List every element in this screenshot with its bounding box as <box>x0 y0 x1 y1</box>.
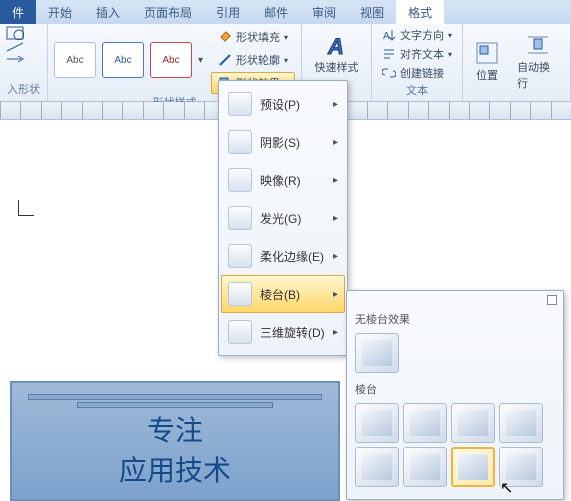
decorative-bar <box>28 394 321 400</box>
shadow-thumb-icon <box>228 130 252 154</box>
position-label: 位置 <box>476 67 498 83</box>
ribbon-tabs: 件 开始 插入 页面布局 引用 邮件 审阅 视图 格式 <box>0 0 571 24</box>
chevron-right-icon: ▸ <box>333 289 338 300</box>
shape-outline-label: 形状轮廓 <box>236 52 280 68</box>
style-preset-3[interactable]: Abc <box>150 42 192 78</box>
paint-bucket-icon <box>218 30 232 44</box>
tab-layout[interactable]: 页面布局 <box>132 0 204 24</box>
svg-text:A: A <box>383 31 390 42</box>
menu-item-label: 映像(R) <box>260 172 301 189</box>
chevron-right-icon: ▸ <box>333 251 338 262</box>
menu-item-preset[interactable]: 预设(P) ▸ <box>221 85 345 123</box>
tab-review[interactable]: 审阅 <box>300 0 348 24</box>
chevron-right-icon: ▸ <box>333 213 338 224</box>
soft-edges-thumb-icon <box>228 244 252 268</box>
style-preset-1[interactable]: Abc <box>54 42 96 78</box>
tab-format[interactable]: 格式 <box>396 0 444 24</box>
gallery-more-icon[interactable]: ▾ <box>198 55 203 66</box>
group-label-shapes: 入形状 <box>6 81 41 99</box>
glow-thumb-icon <box>228 206 252 230</box>
group-insert-shapes: 入形状 <box>0 24 48 101</box>
text-direction-icon: A <box>382 28 396 42</box>
bevel-option-none[interactable] <box>355 333 399 373</box>
menu-item-soft-edges[interactable]: 柔化边缘(E) ▸ <box>221 237 345 275</box>
group-arrange: 位置 自动换行 <box>463 24 571 101</box>
chevron-right-icon: ▸ <box>333 99 338 110</box>
menu-item-label: 柔化边缘(E) <box>260 248 324 265</box>
bevel-grid <box>351 401 559 489</box>
menu-item-label: 发光(G) <box>260 210 301 227</box>
group-label-arrange <box>469 97 564 99</box>
group-label-text: 文本 <box>378 82 456 100</box>
shape-outline-button[interactable]: 形状轮廓 ▾ <box>211 49 295 71</box>
align-text-button[interactable]: 对齐文本 ▾ <box>378 45 456 63</box>
create-link-label: 创建链接 <box>400 65 444 81</box>
menu-item-3d-rotation[interactable]: 三维旋转(D) ▸ <box>221 313 345 351</box>
shape-tool-icon[interactable] <box>6 26 24 40</box>
tab-mailings[interactable]: 邮件 <box>252 0 300 24</box>
quick-styles-label: 快速样式 <box>315 59 359 75</box>
position-icon <box>475 41 499 65</box>
document-text-line1: 专注 <box>147 409 203 449</box>
wrap-label: 自动换行 <box>517 59 558 91</box>
tab-references[interactable]: 引用 <box>204 0 252 24</box>
tab-home[interactable]: 开始 <box>36 0 84 24</box>
shape-fill-button[interactable]: 形状填充 ▾ <box>211 26 295 48</box>
align-text-label: 对齐文本 <box>400 46 444 62</box>
svg-text:A: A <box>327 34 344 59</box>
menu-item-bevel[interactable]: 棱台(B) ▸ <box>221 275 345 313</box>
line-tool-icon[interactable] <box>6 42 24 52</box>
bevel-option-selected[interactable] <box>451 447 495 487</box>
tab-insert[interactable]: 插入 <box>84 0 132 24</box>
menu-item-label: 阴影(S) <box>260 134 300 151</box>
group-text: A 文字方向 ▾ 对齐文本 ▾ 创建链接 文本 <box>372 24 463 101</box>
bevel-option[interactable] <box>355 447 399 487</box>
position-button[interactable]: 位置 <box>469 39 505 85</box>
text-direction-label: 文字方向 <box>400 27 444 43</box>
chevron-right-icon: ▸ <box>333 175 338 186</box>
margin-corner-mark <box>18 200 34 216</box>
shape-style-gallery[interactable]: Abc Abc Abc ▾ <box>54 42 203 78</box>
wrap-icon <box>526 33 550 57</box>
menu-item-glow[interactable]: 发光(G) ▸ <box>221 199 345 237</box>
pen-outline-icon <box>218 53 232 67</box>
style-preset-2[interactable]: Abc <box>102 42 144 78</box>
text-direction-button[interactable]: A 文字方向 ▾ <box>378 26 456 44</box>
gallery-move-handle[interactable] <box>547 295 557 305</box>
quick-styles-button[interactable]: A 快速样式 <box>309 31 365 77</box>
bevel-option[interactable] <box>451 403 495 443</box>
bevel-gallery: 无棱台效果 棱台 <box>346 290 564 500</box>
document-text-line2: 应用技术 <box>119 449 231 489</box>
menu-item-reflection[interactable]: 映像(R) ▸ <box>221 161 345 199</box>
bevel-option[interactable] <box>403 447 447 487</box>
bevel-option[interactable] <box>403 403 447 443</box>
wordart-a-icon: A <box>325 33 349 57</box>
link-icon <box>382 66 396 80</box>
shape-fill-label: 形状填充 <box>236 29 280 45</box>
bevel-option[interactable] <box>499 447 543 487</box>
bevel-option[interactable] <box>499 403 543 443</box>
bevel-section-header: 棱台 <box>351 379 559 401</box>
bevel-thumb-icon <box>228 282 252 306</box>
wrap-text-button[interactable]: 自动换行 <box>511 31 564 93</box>
arrow-tool-icon[interactable] <box>6 54 24 64</box>
rotation-thumb-icon <box>228 320 252 344</box>
shape-effects-menu: 预设(P) ▸ 阴影(S) ▸ 映像(R) ▸ 发光(G) ▸ 柔化边缘(E) ▸ 棱台(… <box>218 80 348 356</box>
menu-item-label: 预设(P) <box>260 96 300 113</box>
chevron-right-icon: ▸ <box>333 327 338 338</box>
align-text-icon <box>382 47 396 61</box>
menu-item-shadow[interactable]: 阴影(S) ▸ <box>221 123 345 161</box>
reflection-thumb-icon <box>228 168 252 192</box>
preset-thumb-icon <box>228 92 252 116</box>
menu-item-label: 棱台(B) <box>260 286 300 303</box>
document-shape[interactable]: 专注 应用技术 <box>10 381 340 501</box>
chevron-right-icon: ▸ <box>333 137 338 148</box>
create-link-button[interactable]: 创建链接 <box>378 64 456 82</box>
tab-view[interactable]: 视图 <box>348 0 396 24</box>
bevel-none-header: 无棱台效果 <box>351 309 559 331</box>
menu-item-label: 三维旋转(D) <box>260 324 325 341</box>
tab-file[interactable]: 件 <box>0 0 36 24</box>
bevel-option[interactable] <box>355 403 399 443</box>
decorative-bar <box>77 402 273 408</box>
